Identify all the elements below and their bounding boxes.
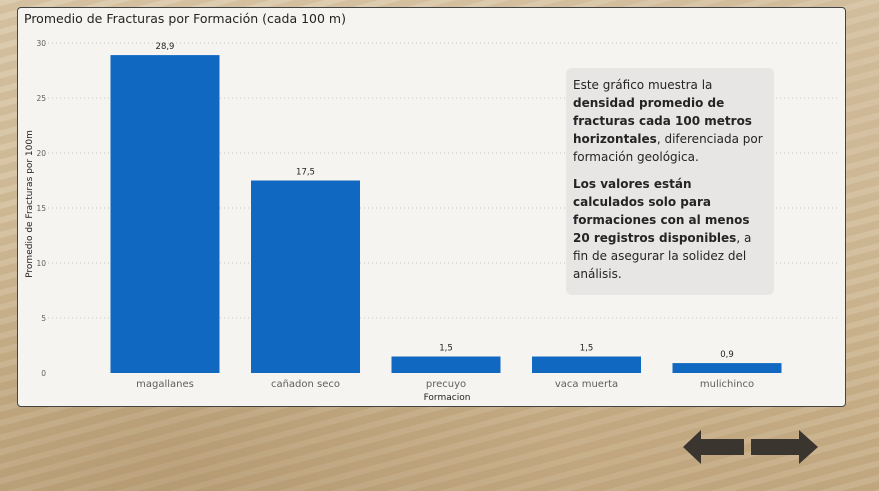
bar-magallanes[interactable]: [110, 55, 220, 373]
note-paragraph-1: Este gráfico muestra la densidad promedi…: [573, 78, 763, 164]
y-tick-label: 0: [41, 369, 46, 378]
note-paragraph-2: Los valores están calculados solo para f…: [573, 177, 752, 281]
y-axis-label: Promedio de Fracturas por 100m: [25, 130, 35, 278]
back-button[interactable]: [683, 430, 745, 468]
y-tick-label: 5: [41, 314, 46, 323]
y-tick-label: 10: [36, 259, 46, 268]
arrow-left-icon: [683, 430, 744, 464]
y-tick-label: 30: [36, 39, 46, 48]
bar-mulichinco[interactable]: [672, 363, 782, 373]
chart-card: Promedio de Fracturas por Formación (cad…: [17, 7, 846, 407]
y-tick-label: 25: [36, 94, 46, 103]
x-tick-label: vaca muerta: [555, 379, 618, 390]
info-note: Este gráfico muestra la densidad promedi…: [566, 68, 774, 295]
x-tick-label: precuyo: [426, 379, 466, 390]
data-label: 28,9: [156, 42, 175, 52]
x-axis-label: Formacion: [424, 393, 471, 403]
x-tick-label: cañadon seco: [271, 379, 340, 390]
y-tick-label: 15: [36, 204, 46, 213]
bar-vaca-muerta[interactable]: [532, 356, 641, 374]
data-label: 17,5: [296, 168, 315, 178]
forward-button[interactable]: [751, 430, 819, 468]
data-label: 0,9: [720, 350, 734, 360]
y-tick-label: 20: [36, 149, 46, 158]
bar-cañadon-seco[interactable]: [251, 180, 360, 374]
data-label: 1,5: [439, 344, 453, 354]
arrow-right-icon: [751, 430, 818, 464]
x-tick-label: mulichinco: [700, 379, 754, 390]
data-label: 1,5: [580, 344, 594, 354]
bar-precuyo[interactable]: [391, 356, 501, 374]
x-tick-label: magallanes: [136, 379, 194, 390]
